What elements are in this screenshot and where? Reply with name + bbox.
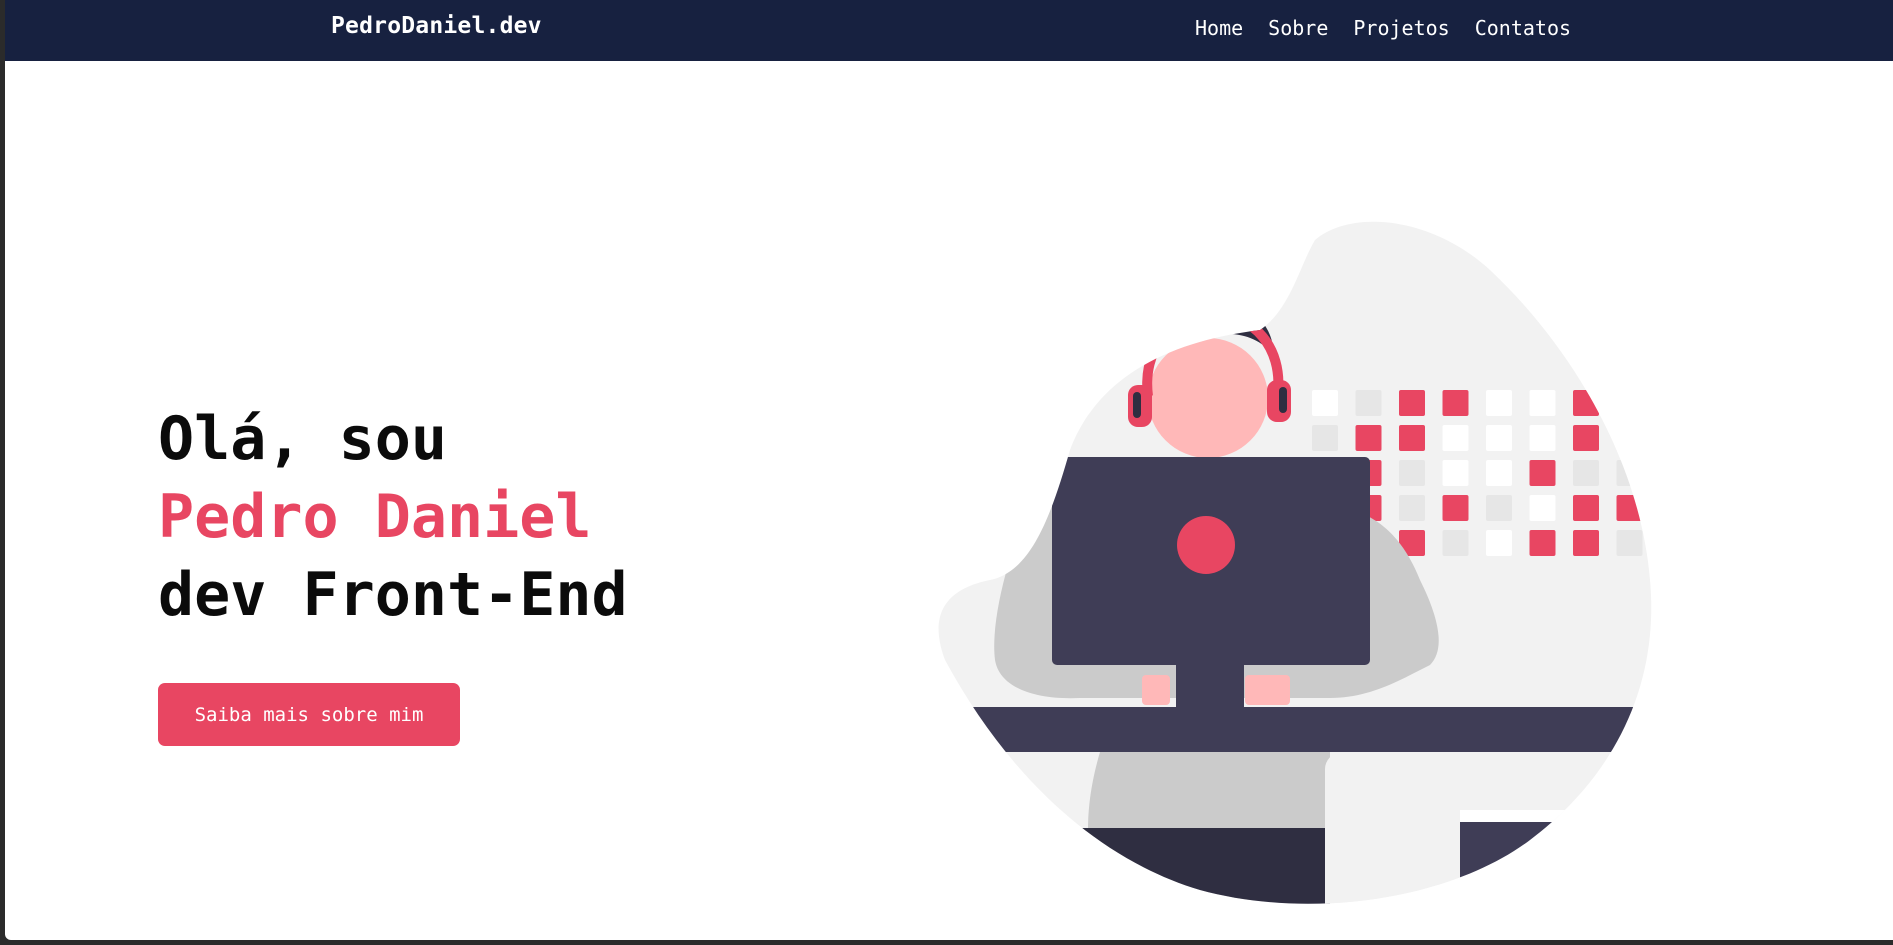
grid-square xyxy=(1529,530,1556,556)
desk-top xyxy=(938,707,1652,752)
grid-square xyxy=(1660,530,1686,556)
grid-square xyxy=(1312,390,1338,416)
grid-square xyxy=(1442,425,1469,451)
office-chair xyxy=(1325,753,1460,904)
grid-square xyxy=(1442,390,1469,416)
grid-square xyxy=(1704,425,1730,451)
hero-heading: Olá, sou Pedro Daniel dev Front-End xyxy=(158,400,628,634)
grid-square xyxy=(1529,390,1556,416)
grid-square xyxy=(1399,495,1425,521)
nav-link-sobre[interactable]: Sobre xyxy=(1268,16,1328,40)
grid-square xyxy=(1660,495,1686,521)
grid-square xyxy=(1355,390,1382,416)
grid-square xyxy=(1486,460,1512,486)
right-hand xyxy=(1245,675,1290,705)
grid-square xyxy=(1573,530,1599,556)
browser-viewport: PedroDaniel.dev Home Sobre Projetos Cont… xyxy=(5,0,1893,940)
grid-square xyxy=(1573,390,1599,416)
grid-square xyxy=(1529,425,1556,451)
grid-square xyxy=(1660,460,1686,486)
grid-square xyxy=(1442,495,1469,521)
developer-at-computer-illustration xyxy=(938,221,1730,904)
hair-bun xyxy=(1165,304,1255,332)
person-trousers xyxy=(1050,828,1330,904)
grid-square xyxy=(1660,390,1686,416)
hero-role: dev Front-End xyxy=(158,560,628,630)
person-head xyxy=(1148,338,1268,458)
grid-square xyxy=(1573,460,1599,486)
grid-square xyxy=(1312,425,1338,451)
grid-square xyxy=(1529,460,1556,486)
grid-square xyxy=(1486,425,1512,451)
grid-square xyxy=(1399,460,1425,486)
grid-square xyxy=(1616,390,1643,416)
grid-square xyxy=(1573,495,1599,521)
grid-square xyxy=(1486,495,1512,521)
nav-menu: Home Sobre Projetos Contatos xyxy=(1195,16,1571,40)
navbar: PedroDaniel.dev Home Sobre Projetos Cont… xyxy=(5,0,1893,61)
grid-square xyxy=(1616,495,1643,521)
grid-square xyxy=(1442,460,1469,486)
grid-square xyxy=(1486,530,1512,556)
grid-square xyxy=(1704,495,1730,521)
grid-square xyxy=(1529,495,1556,521)
left-hand xyxy=(1142,675,1170,705)
grid-square xyxy=(1660,425,1686,451)
grid-square xyxy=(1616,530,1643,556)
grid-square xyxy=(1573,425,1599,451)
grid-square xyxy=(1442,530,1469,556)
grid-square xyxy=(1616,425,1643,451)
monitor-logo-dot xyxy=(1177,516,1235,574)
hero-name: Pedro Daniel xyxy=(158,482,592,552)
grid-square xyxy=(1616,460,1643,486)
learn-more-button[interactable]: Saiba mais sobre mim xyxy=(158,683,460,746)
hero-greeting: Olá, sou xyxy=(158,404,447,474)
grid-square xyxy=(1486,390,1512,416)
nav-link-projetos[interactable]: Projetos xyxy=(1353,16,1449,40)
nav-link-home[interactable]: Home xyxy=(1195,16,1243,40)
grid-square xyxy=(1355,425,1382,451)
grid-square xyxy=(1704,530,1730,556)
grid-square xyxy=(1399,425,1425,451)
grid-square xyxy=(1704,460,1730,486)
nav-link-contatos[interactable]: Contatos xyxy=(1475,16,1571,40)
brand-logo[interactable]: PedroDaniel.dev xyxy=(331,13,542,39)
monitor-stand xyxy=(1176,663,1244,708)
grid-square xyxy=(1704,390,1730,416)
grid-square xyxy=(1399,390,1425,416)
